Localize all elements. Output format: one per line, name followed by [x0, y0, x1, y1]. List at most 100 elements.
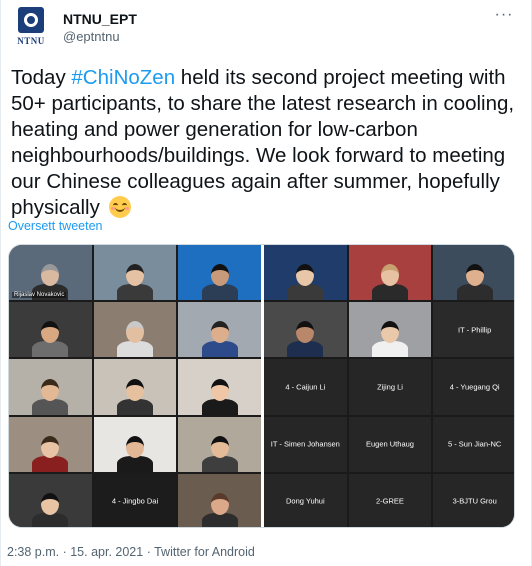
video-tile — [264, 245, 347, 301]
participant-face — [125, 435, 144, 458]
video-tile — [178, 473, 261, 527]
participant-face — [125, 321, 144, 344]
participant-name-label: 4 - Caijun Li — [285, 382, 326, 392]
participant-body — [116, 398, 153, 415]
video-tile — [9, 473, 92, 527]
user-info[interactable]: NTNU_EPT @eptntnu — [63, 10, 137, 46]
meta-separator-2: · — [143, 545, 155, 559]
participant-name-label: Zijing Li — [377, 382, 403, 392]
meta-separator: · — [59, 545, 71, 559]
participant-body — [116, 341, 153, 358]
video-tile — [9, 359, 92, 415]
video-tile — [178, 245, 261, 301]
video-tile — [348, 245, 432, 301]
video-tile: Rijaslav Novakovic — [9, 245, 92, 301]
participant-face — [210, 435, 229, 458]
tweet-text: Today #ChiNoZen held its second project … — [11, 65, 526, 221]
participant-name-label: IT - Phillip — [458, 325, 492, 335]
video-tile: 4 - Jingbo Dai — [93, 473, 177, 527]
video-tile — [178, 359, 261, 415]
meeting-screenshot-right[interactable]: IT - Phillip 4 - Caijun Li Zijing Li 4 - Yu… — [264, 245, 514, 527]
video-tile — [93, 359, 177, 415]
video-tile: IT - Simen Johansen — [264, 416, 347, 472]
participant-body — [201, 341, 238, 358]
display-name[interactable]: NTNU_EPT — [63, 10, 137, 28]
participant-face — [41, 435, 60, 458]
participant-body — [116, 284, 153, 301]
video-tile — [348, 302, 432, 358]
participant-name-label: 5 - Sun Jian-NC — [447, 439, 502, 449]
tweet-source[interactable]: Twitter for Android — [154, 545, 255, 559]
avatar-logo-text: NTNU — [17, 36, 45, 46]
smiling-face-emoji-icon — [108, 196, 131, 218]
participant-face — [380, 264, 399, 287]
participant-body — [371, 341, 408, 358]
video-tile — [433, 245, 514, 301]
user-handle[interactable]: @eptntnu — [63, 28, 137, 46]
participant-name-label: 2-GREE — [376, 496, 404, 506]
video-tile — [178, 302, 261, 358]
video-tile — [93, 302, 177, 358]
participant-name-label: Dong Yuhui — [286, 496, 325, 506]
video-tile: IT - Phillip — [433, 302, 514, 358]
participant-face — [210, 321, 229, 344]
hashtag-link[interactable]: #ChiNoZen — [71, 66, 175, 89]
tweet-time[interactable]: 2:38 p.m. — [7, 545, 59, 559]
tweet-text-intro: Today — [11, 66, 72, 89]
participant-face — [296, 264, 315, 287]
participant-body — [456, 284, 493, 301]
video-tile: 4 - Caijun Li — [264, 359, 347, 415]
more-horizontal-icon[interactable]: ··· — [491, 6, 517, 26]
video-tile: 3-BJTU Grou — [433, 473, 514, 527]
avatar[interactable]: NTNU — [11, 6, 51, 50]
participant-name-label: Eugen Uthaug — [366, 439, 414, 449]
translate-tweet-link[interactable]: Oversett tweeten — [8, 219, 103, 233]
participant-face — [125, 264, 144, 287]
participant-body — [201, 455, 238, 472]
participant-name-label: 4 - Jingbo Dai — [111, 496, 159, 506]
participant-body — [287, 341, 324, 358]
participant-body — [371, 284, 408, 301]
video-tile — [178, 416, 261, 472]
tweet: NTNU NTNU_EPT @eptntnu ··· Today #ChiNoZ… — [0, 0, 532, 566]
participant-body — [32, 398, 69, 415]
participant-face — [296, 321, 315, 344]
participant-body — [201, 284, 238, 301]
participant-face — [41, 321, 60, 344]
ntnu-logo-icon — [18, 7, 44, 33]
participant-face — [41, 264, 60, 287]
video-tile — [9, 302, 92, 358]
tweet-media[interactable]: Rijaslav Novakovic 4 - Jingbo Dai IT - Ph… — [8, 244, 515, 528]
participant-body — [201, 512, 238, 527]
participant-face — [210, 492, 229, 515]
video-tile: 5 - Sun Jian-NC — [433, 416, 514, 472]
participant-face — [210, 378, 229, 401]
participant-face — [380, 321, 399, 344]
video-tile: 4 - Yuegang Qi — [433, 359, 514, 415]
video-tile: Eugen Uthaug — [348, 416, 432, 472]
video-tile: Zijing Li — [348, 359, 432, 415]
participant-face — [41, 492, 60, 515]
participant-face — [41, 378, 60, 401]
participant-body — [32, 341, 69, 358]
tweet-metadata: 2:38 p.m. · 15. apr. 2021 · Twitter for … — [7, 545, 255, 559]
participant-face — [125, 378, 144, 401]
video-tile: Dong Yuhui — [264, 473, 347, 527]
video-tile — [9, 416, 92, 472]
participant-body — [201, 398, 238, 415]
participant-body — [116, 455, 153, 472]
tweet-date[interactable]: 15. apr. 2021 — [70, 545, 143, 559]
participant-face — [210, 264, 229, 287]
participant-body — [287, 284, 324, 301]
participant-body — [32, 512, 69, 527]
meeting-screenshot-left[interactable]: Rijaslav Novakovic 4 - Jingbo Dai — [9, 245, 261, 527]
participant-name-label: Rijaslav Novakovic — [12, 292, 67, 299]
participant-name-label: 3-BJTU Grou — [452, 496, 497, 506]
tweet-header: NTNU NTNU_EPT @eptntnu ··· — [11, 6, 523, 52]
participant-name-label: 4 - Yuegang Qi — [449, 382, 500, 392]
video-tile — [264, 302, 347, 358]
video-tile: 2-GREE — [348, 473, 432, 527]
participant-name-label: IT - Simen Johansen — [270, 439, 340, 449]
participant-body — [32, 455, 69, 472]
participant-face — [465, 264, 484, 287]
